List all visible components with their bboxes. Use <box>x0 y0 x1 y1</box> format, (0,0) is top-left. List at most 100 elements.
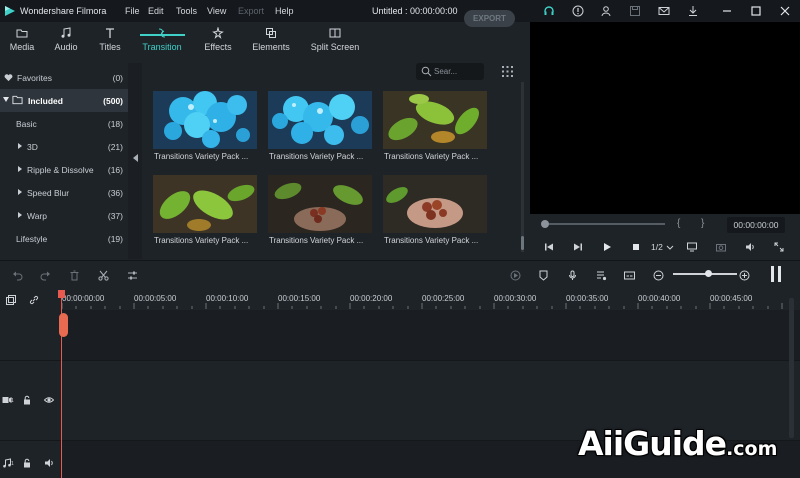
category-count: (0) <box>112 72 123 83</box>
library-scrollbar[interactable] <box>521 82 524 252</box>
category-count: (19) <box>107 233 123 244</box>
tab-elements-label: Elements <box>252 42 290 52</box>
pause-icon[interactable] <box>771 266 781 282</box>
render-preview-icon[interactable] <box>508 268 522 282</box>
link-icon[interactable] <box>28 294 40 306</box>
volume-icon[interactable] <box>744 241 756 253</box>
add-track-icon[interactable] <box>5 294 17 306</box>
mark-in-button[interactable]: { <box>677 218 680 229</box>
tab-split-screen-label: Split Screen <box>310 42 360 52</box>
minimize-icon[interactable] <box>720 4 734 18</box>
category-count: (21) <box>107 141 123 152</box>
category-count: (500) <box>103 95 123 106</box>
menu-edit[interactable]: Edit <box>148 6 164 16</box>
export-button[interactable]: EXPORT <box>464 10 515 27</box>
playback-quality-select[interactable]: 1/2 <box>651 242 663 252</box>
play-icon[interactable] <box>601 241 613 253</box>
video-track-area[interactable] <box>60 310 800 360</box>
stop-icon[interactable] <box>630 241 642 253</box>
subtitle-icon[interactable] <box>622 268 636 282</box>
watermark-main: AiiGuide <box>578 424 727 463</box>
eye-icon[interactable] <box>43 394 55 406</box>
category-lifestyle[interactable]: Lifestyle (19) <box>0 227 128 250</box>
fullscreen-icon[interactable] <box>773 241 785 253</box>
transition-thumbnail[interactable] <box>268 175 372 233</box>
account-icon[interactable] <box>599 4 613 18</box>
thumbnail-label: Transitions Variety Pack ... <box>269 236 364 245</box>
close-icon[interactable] <box>778 4 792 18</box>
tab-titles[interactable]: Titles <box>80 22 140 58</box>
category-label: Speed Blur <box>27 187 70 198</box>
grid-view-icon[interactable] <box>502 66 513 77</box>
delete-icon[interactable] <box>67 268 81 282</box>
category-basic[interactable]: Basic (18) <box>0 112 128 135</box>
ruler-ticks <box>61 303 783 309</box>
save-icon[interactable] <box>628 4 642 18</box>
lock-icon[interactable] <box>21 457 33 469</box>
marker-icon[interactable] <box>536 268 550 282</box>
playhead-handle[interactable] <box>58 290 65 298</box>
collapse-panel-icon[interactable] <box>133 154 138 162</box>
microphone-icon[interactable] <box>565 268 579 282</box>
category-ripple-dissolve[interactable]: Ripple & Dissolve (16) <box>0 158 128 181</box>
search-placeholder: Sear... <box>434 67 458 76</box>
menu-help[interactable]: Help <box>275 6 294 16</box>
snapshot-camera-icon[interactable] <box>715 241 727 253</box>
category-3d[interactable]: 3D (21) <box>0 135 128 158</box>
preview-scrubber[interactable] <box>545 223 665 225</box>
tab-split-screen[interactable]: Split Screen <box>305 22 365 58</box>
mark-out-button[interactable]: } <box>701 218 704 229</box>
zoom-in-icon[interactable] <box>737 268 751 282</box>
ruler-tick-label: 00:00:15:00 <box>278 294 321 303</box>
lock-icon[interactable] <box>21 394 33 406</box>
chevron-down-icon[interactable] <box>664 241 676 253</box>
category-label: Favorites <box>17 72 52 83</box>
preview-scrubber-handle[interactable] <box>541 220 549 228</box>
headset-support-icon[interactable] <box>542 4 556 18</box>
timeline-scrollbar[interactable] <box>789 298 794 438</box>
tab-elements[interactable]: Elements <box>241 22 301 58</box>
speaker-icon[interactable] <box>43 457 55 469</box>
undo-icon[interactable] <box>10 268 24 282</box>
category-speed-blur[interactable]: Speed Blur (36) <box>0 181 128 204</box>
category-favorites[interactable]: Favorites (0) <box>0 66 128 89</box>
library-scrollbar-thumb[interactable] <box>521 236 524 250</box>
step-forward-icon[interactable] <box>572 241 584 253</box>
transition-thumbnail[interactable] <box>383 91 487 149</box>
cut-icon[interactable] <box>96 268 110 282</box>
transition-thumbnail[interactable] <box>268 91 372 149</box>
audio-track-number: 1 <box>11 461 14 467</box>
transition-icon <box>158 28 166 38</box>
download-icon[interactable] <box>686 4 700 18</box>
menu-export[interactable]: Export <box>238 6 264 16</box>
transition-thumbnail[interactable] <box>383 175 487 233</box>
step-back-icon[interactable] <box>543 241 555 253</box>
category-count: (18) <box>107 118 123 129</box>
category-label: Included <box>28 95 63 106</box>
timeline-zoom-handle[interactable] <box>705 270 712 277</box>
expand-arrow-icon <box>18 166 22 172</box>
playhead-marker[interactable] <box>59 313 68 337</box>
redo-icon[interactable] <box>38 268 52 282</box>
zoom-out-icon[interactable] <box>651 268 665 282</box>
mail-icon[interactable] <box>657 4 671 18</box>
tab-transition-label: Transition <box>142 42 182 52</box>
external-display-icon[interactable] <box>686 241 698 253</box>
adjust-settings-icon[interactable] <box>125 268 139 282</box>
ruler-tick-label: 00:00:10:00 <box>206 294 249 303</box>
timeline-toolbar <box>0 260 800 290</box>
voiceover-list-icon[interactable] <box>594 268 608 282</box>
tab-audio-label: Audio <box>54 42 78 52</box>
menu-file[interactable]: File <box>125 6 140 16</box>
menu-view[interactable]: View <box>207 6 226 16</box>
category-included[interactable]: Included (500) <box>0 89 128 112</box>
info-icon[interactable] <box>571 4 585 18</box>
category-warp[interactable]: Warp (37) <box>0 204 128 227</box>
music-note-icon <box>61 27 71 38</box>
menu-tools[interactable]: Tools <box>176 6 197 16</box>
transition-thumbnail[interactable] <box>153 91 257 149</box>
tab-transition[interactable]: Transition <box>132 22 192 58</box>
transition-thumbnail[interactable] <box>153 175 257 233</box>
tab-effects[interactable]: Effects <box>188 22 248 58</box>
maximize-icon[interactable] <box>749 4 763 18</box>
